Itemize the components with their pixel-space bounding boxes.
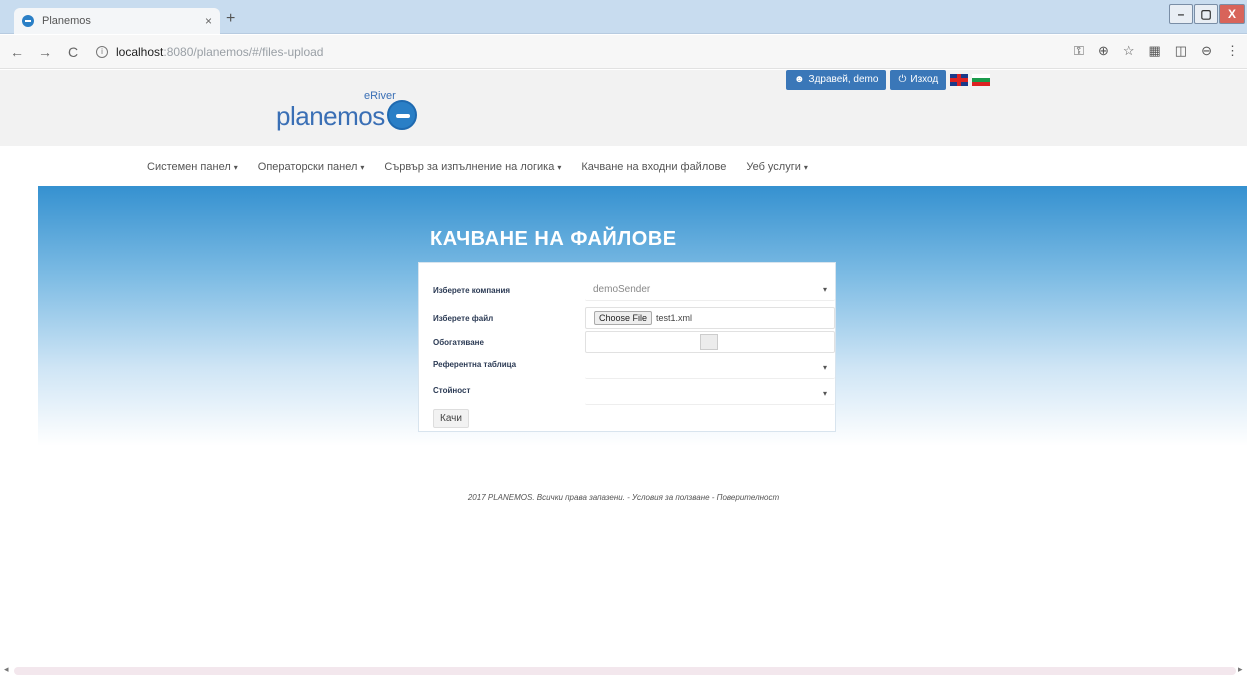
company-select[interactable]: demoSender ▾ [585, 279, 835, 301]
bookmark-star-icon[interactable]: ☆ [1123, 43, 1135, 59]
address-bar: ← → C i localhost:8080/planemos/#/files-… [0, 35, 1247, 69]
upload-button[interactable]: Качи [433, 409, 469, 428]
menu-item-label: Сървър за изпълнение на логика [384, 161, 555, 173]
menu-item-label: Качване на входни файлове [581, 161, 727, 173]
browser-toolbar: ⚿ ⊕ ☆ ▦ ◫ ⊖ ⋮ [1074, 43, 1239, 59]
extension-icon[interactable]: ◫ [1175, 43, 1187, 59]
window-maximize-button[interactable]: ▢ [1194, 4, 1218, 24]
menu-item-web-services[interactable]: Уеб услуги ▾ [746, 161, 808, 173]
menu-item-label: Уеб услуги [746, 161, 801, 173]
company-label: Изберете компания [433, 285, 511, 295]
forward-arrow-icon[interactable]: → [34, 44, 56, 60]
menu-item-logic-server[interactable]: Сървър за изпълнение на логика ▾ [384, 161, 561, 173]
file-row: Изберете файл Choose File test1.xml [433, 307, 835, 329]
logo-text: planemos [276, 101, 385, 131]
caret-down-icon: ▾ [557, 163, 562, 172]
file-name: test1.xml [656, 313, 693, 323]
caret-down-icon: ▾ [360, 163, 365, 172]
scroll-left-icon[interactable]: ◂ [4, 664, 9, 675]
value-row: Стойност ▾ [433, 379, 835, 405]
browser-menu-icon[interactable]: ⋮ [1226, 43, 1239, 59]
enrich-slider-handle[interactable] [700, 334, 718, 350]
url-host: localhost [116, 44, 164, 59]
choose-file-button[interactable]: Choose File [594, 311, 653, 325]
site-info-icon[interactable]: i [96, 45, 108, 58]
english-flag-icon[interactable] [950, 74, 969, 86]
caret-down-icon: ▾ [822, 389, 827, 398]
file-label: Изберете файл [433, 313, 494, 323]
reload-icon[interactable]: C [62, 44, 84, 60]
menu-item-label: Системен панел [147, 161, 231, 173]
caret-down-icon: ▾ [803, 163, 808, 172]
url-field[interactable]: localhost:8080/planemos/#/files-upload [116, 45, 323, 59]
horizontal-scrollbar[interactable] [14, 667, 1236, 675]
tab-close-icon[interactable]: × [205, 14, 212, 28]
menu-item-label: Операторски панел [257, 161, 358, 173]
company-select-value: demoSender [593, 284, 651, 295]
new-tab-button[interactable]: + [226, 10, 235, 28]
back-arrow-icon[interactable]: ← [6, 44, 28, 60]
value-label: Стойност [433, 385, 471, 395]
menu-item-upload-files[interactable]: Качване на входни файлове [581, 161, 726, 173]
ref-table-label: Референтна таблица [433, 359, 517, 369]
window-close-button[interactable]: X [1219, 4, 1245, 24]
upload-form: Изберете компания demoSender ▾ Изберете … [418, 262, 836, 432]
browser-tab-bar: Planemos × + – ▢ X [0, 0, 1247, 34]
url-path: :8080/planemos/#/files-upload [163, 44, 324, 59]
menu-item-system-panel[interactable]: Системен панел ▾ [147, 161, 238, 173]
company-row: Изберете компания demoSender ▾ [433, 279, 835, 301]
ref-table-row: Референтна таблица ▾ [433, 353, 835, 379]
zoom-icon[interactable]: ⊕ [1098, 43, 1109, 59]
scroll-right-icon[interactable]: ▸ [1238, 664, 1243, 675]
extension-qr-icon[interactable]: ▦ [1149, 43, 1161, 59]
site-header: ☻ Здравей, demo ⏻ Изход eRiver planemos [0, 70, 1247, 146]
enrich-row: Обогатяване [433, 331, 835, 353]
file-input[interactable]: Choose File test1.xml [585, 307, 835, 329]
caret-down-icon: ▾ [822, 285, 827, 294]
planemos-favicon-icon [22, 15, 34, 27]
user-greeting-label: Здравей, demo [808, 74, 879, 85]
caret-down-icon: ▾ [822, 363, 827, 372]
footer-text: 2017 PLANEMOS. Всички права запазени. - … [467, 493, 780, 502]
power-icon: ⏻ [898, 74, 907, 85]
user-bar: ☻ Здравей, demo ⏻ Изход [786, 70, 991, 90]
page-title: КАЧВАНЕ НА ФАЙЛОВЕ [430, 228, 677, 250]
value-select[interactable]: ▾ [585, 383, 835, 405]
window-minimize-button[interactable]: – [1169, 4, 1193, 24]
browser-tab[interactable]: Planemos × [14, 8, 220, 34]
tab-title: Planemos [42, 15, 91, 27]
planemos-logo[interactable]: eRiver planemos [276, 90, 417, 131]
caret-down-icon: ▾ [233, 163, 238, 172]
profile-icon[interactable]: ⊖ [1201, 43, 1212, 59]
key-icon[interactable]: ⚿ [1074, 43, 1084, 59]
user-icon: ☻ [794, 74, 805, 85]
logo-super-text: eRiver [364, 90, 396, 102]
main-menu: Системен панел ▾ Операторски панел ▾ Сървъ… [0, 150, 1247, 184]
bulgarian-flag-icon[interactable] [972, 74, 991, 86]
enrich-label: Обогатяване [433, 337, 484, 347]
logo-mark-icon [386, 100, 417, 130]
ref-table-select[interactable]: ▾ [585, 357, 835, 379]
logout-label: Изход [910, 74, 939, 85]
enrich-toggle[interactable] [585, 331, 835, 353]
menu-item-operator-panel[interactable]: Операторски панел ▾ [258, 161, 365, 173]
user-greeting-button[interactable]: ☻ Здравей, demo [786, 70, 887, 90]
logout-button[interactable]: ⏻ Изход [890, 70, 947, 90]
